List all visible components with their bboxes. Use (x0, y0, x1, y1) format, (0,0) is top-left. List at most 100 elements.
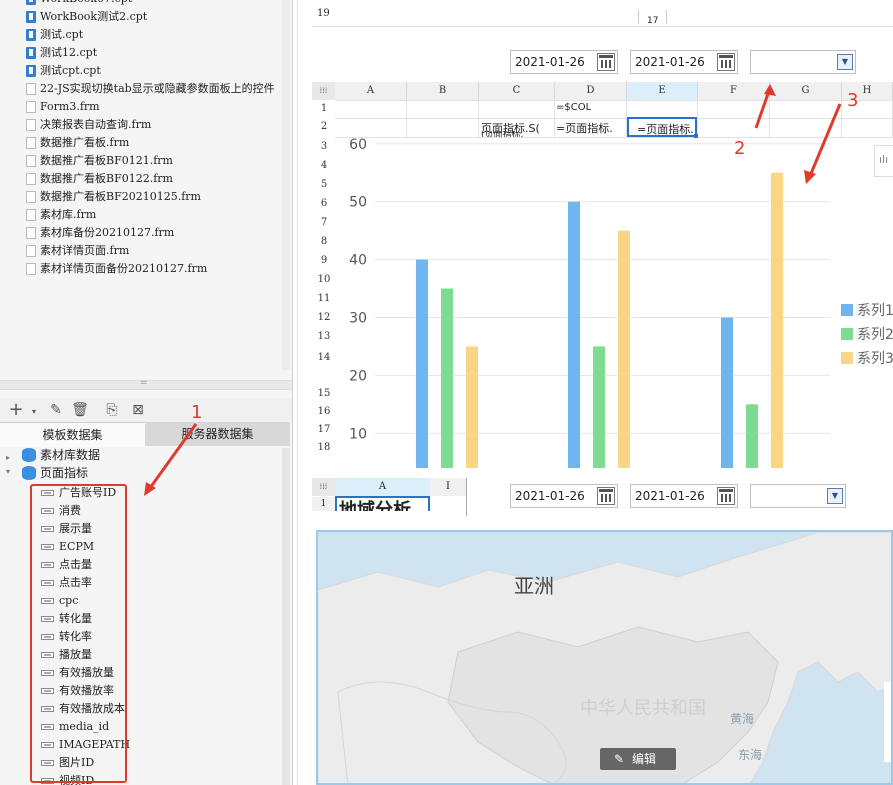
file-item[interactable]: 素材详情页面备份20210127.frm (26, 260, 207, 278)
dropdown-arrow-icon[interactable]: ▼ (827, 488, 843, 504)
map-widget[interactable]: 亚洲 中华人民共和国 黄海 东海 ✎ 编辑 (316, 530, 893, 785)
column-header[interactable]: D (555, 82, 627, 100)
cell-d1[interactable]: =$COL (556, 102, 591, 113)
file-item[interactable]: 决策报表自动查询.frm (26, 116, 151, 134)
row-header[interactable]: 10 (313, 272, 335, 288)
bar-系列1[interactable] (416, 259, 428, 468)
tree-db-sucaiku[interactable]: 素材库数据 (22, 446, 100, 464)
cell-e2: =页面指标. (637, 123, 694, 136)
selected-cell-a1[interactable]: 地域分析 (335, 496, 430, 511)
row-header[interactable]: 12 (313, 310, 335, 326)
tab-server-dataset[interactable]: 服务器数据集 (145, 422, 290, 446)
row-header[interactable]: 7 (313, 215, 335, 231)
selected-cell-e2[interactable]: =页面指标. (627, 117, 698, 138)
tree-db-yemianzhibiao[interactable]: 页面指标 (22, 464, 88, 482)
collapse-arrow-icon[interactable]: ▸ (6, 453, 10, 462)
start-date-picker[interactable]: 2021-01-26 (510, 50, 618, 74)
file-item[interactable]: 测试.cpt (26, 26, 83, 44)
field-list-scrollbar[interactable] (282, 448, 290, 785)
file-item[interactable]: WorkBook测试2.cpt (26, 8, 147, 26)
column-header[interactable]: B (407, 82, 479, 100)
column-header[interactable]: F (698, 82, 770, 100)
bar-系列3[interactable] (771, 172, 783, 468)
legend-swatch (841, 352, 853, 364)
bar-系列1[interactable] (568, 201, 580, 468)
row-header[interactable]: 9 (313, 253, 335, 269)
row-header[interactable]: 4 (313, 158, 335, 174)
file-item[interactable]: 数据推广看板BF0122.frm (26, 170, 173, 188)
tab-template-dataset[interactable]: 模板数据集 (0, 422, 145, 447)
column-header-b[interactable]: I (430, 478, 466, 496)
row-header[interactable]: 5 (313, 177, 335, 193)
row-header[interactable]: 16 (313, 404, 335, 420)
bar-系列2[interactable] (746, 404, 758, 468)
calendar-icon[interactable] (717, 487, 735, 505)
chevron-down-icon[interactable]: ▾ (24, 402, 44, 422)
bar-chart[interactable]: 10 20 30 40 50 60 (335, 138, 893, 468)
panel-splitter[interactable]: = (0, 378, 292, 390)
row-header[interactable]: 1 (313, 101, 335, 117)
legend-label[interactable]: 系列3 (857, 348, 893, 368)
row-header[interactable]: 17 (313, 422, 335, 438)
calendar-icon[interactable] (597, 487, 615, 505)
file-item[interactable]: 数据推广看板.frm (26, 134, 129, 152)
row-header[interactable]: 18 (313, 440, 335, 456)
dropdown-arrow-icon[interactable]: ▼ (837, 54, 853, 70)
file-name: 数据推广看板BF0121.frm (40, 154, 173, 167)
row-header[interactable]: 15 (313, 386, 335, 402)
row-header[interactable]: 8 (313, 234, 335, 250)
file-item[interactable]: 素材库备份20210127.frm (26, 224, 174, 242)
dropdown-combo[interactable]: ▼ (750, 50, 856, 74)
file-item[interactable]: 素材详情页面.frm (26, 242, 129, 260)
row-header[interactable]: 11 (313, 291, 335, 307)
chart-tool-icon[interactable]: ılı (874, 145, 893, 177)
expand-arrow-icon[interactable]: ▾ (6, 467, 10, 476)
file-item[interactable]: Form3.frm (26, 98, 100, 116)
calendar-icon[interactable] (717, 53, 735, 71)
form-file-icon (26, 101, 36, 113)
delete-icon[interactable]: 🗑 (70, 400, 90, 420)
form-file-icon (26, 227, 36, 239)
file-item[interactable]: 测试cpt.cpt (26, 62, 101, 80)
bar-系列3[interactable] (466, 346, 478, 468)
bar-系列3[interactable] (618, 230, 630, 468)
preview-icon[interactable]: ⎘ (102, 400, 122, 420)
calendar-icon[interactable] (597, 53, 615, 71)
bar-系列2[interactable] (593, 346, 605, 468)
row-header[interactable]: 13 (313, 329, 335, 345)
column-header[interactable]: E (627, 82, 698, 100)
dataset-tabs: 模板数据集 服务器数据集 (0, 422, 290, 447)
end-date-picker[interactable]: 2021-01-26 (630, 50, 738, 74)
file-list-scrollbar[interactable] (282, 0, 290, 370)
legend-label[interactable]: 系列1 (857, 300, 893, 320)
file-item[interactable]: WorkBook07.cpt (26, 0, 132, 8)
grid-corner-icon[interactable]: ⁞⁞⁞ (312, 478, 335, 496)
cell-d2[interactable]: =页面指标. (556, 120, 624, 136)
row-header-1[interactable]: 1 (312, 497, 335, 511)
legend-label[interactable]: 系列2 (857, 324, 893, 344)
bar-系列2[interactable] (441, 288, 453, 468)
end-date-picker-2[interactable]: 2021-01-26 (630, 484, 738, 508)
grid-corner-icon[interactable]: ⁞⁞⁞ (312, 82, 335, 100)
y-tick-label: 30 (349, 310, 367, 326)
bar-系列1[interactable] (721, 317, 733, 468)
add-icon[interactable]: + (6, 400, 26, 420)
edit-icon[interactable]: ✎ (46, 400, 66, 420)
column-header[interactable]: A (335, 82, 407, 100)
file-item[interactable]: 22-JS实现切换tab显示或隐藏参数面板上的控件 (26, 80, 275, 98)
dataset-icon[interactable]: ⊠ (128, 400, 148, 420)
file-item[interactable]: 数据推广看板BF0121.frm (26, 152, 173, 170)
start-date-picker-2[interactable]: 2021-01-26 (510, 484, 618, 508)
row-header[interactable]: 14 (313, 350, 335, 366)
file-item[interactable]: 数据推广看板BF20210125.frm (26, 188, 201, 206)
file-item[interactable]: 测试12.cpt (26, 44, 97, 62)
column-header[interactable]: G (770, 82, 842, 100)
column-header[interactable]: C (479, 82, 555, 100)
row-header[interactable]: 3 (313, 139, 335, 155)
file-item[interactable]: 素材库.frm (26, 206, 96, 224)
row-header[interactable]: 6 (313, 196, 335, 212)
edit-button[interactable]: ✎ 编辑 (600, 748, 676, 770)
dropdown-combo-2[interactable]: ▼ (750, 484, 846, 508)
row-header[interactable]: 2 (313, 119, 335, 135)
column-header-a[interactable]: A (335, 478, 430, 496)
